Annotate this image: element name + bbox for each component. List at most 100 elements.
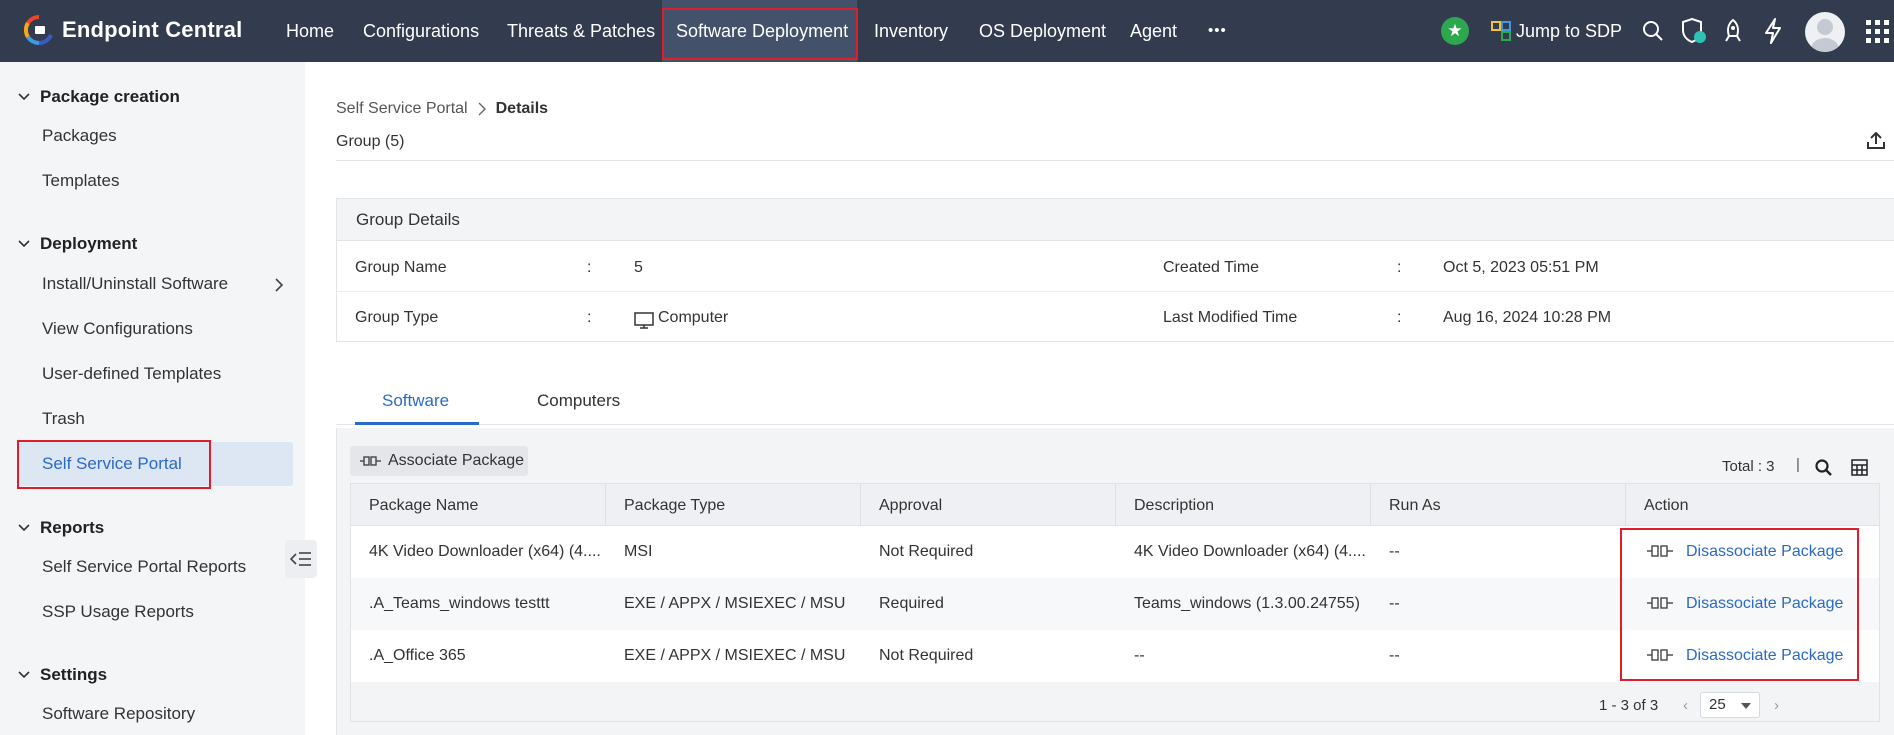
cell-approval: Not Required xyxy=(879,543,974,560)
nav-home[interactable]: Home xyxy=(286,0,334,62)
endpoint-central-logo-icon xyxy=(24,15,53,45)
divider xyxy=(336,160,1894,161)
chevron-down-icon xyxy=(18,93,30,101)
rocket-icon[interactable] xyxy=(1721,18,1745,44)
sidebar-item-self-service-portal[interactable]: Self Service Portal xyxy=(42,454,182,474)
toolbar-separator: | xyxy=(1796,456,1800,473)
collapse-sidebar-button[interactable] xyxy=(285,540,317,578)
chevron-down-icon xyxy=(18,240,30,248)
search-icon[interactable] xyxy=(1642,20,1664,42)
search-icon[interactable] xyxy=(1815,459,1832,476)
chevron-down-icon xyxy=(18,671,30,679)
sidebar-item-self-service-portal-reports[interactable]: Self Service Portal Reports xyxy=(42,557,246,577)
nav-configurations[interactable]: Configurations xyxy=(363,0,479,62)
associate-package-button[interactable]: Associate Package xyxy=(350,446,528,476)
cell-package-type: EXE / APPX / MSIEXEC / MSU xyxy=(624,647,846,664)
apps-grid-icon[interactable] xyxy=(1866,20,1890,44)
breadcrumb-parent-link[interactable]: Self Service Portal xyxy=(336,100,468,118)
colon: : xyxy=(587,309,592,326)
star-icon[interactable]: ★ xyxy=(1441,17,1469,45)
column-header-package-type[interactable]: Package Type xyxy=(606,484,861,527)
sdp-icon xyxy=(1491,21,1511,41)
cell-description: 4K Video Downloader (x64) (4.... xyxy=(1134,543,1366,560)
last-modified-time-label: Last Modified Time xyxy=(1163,309,1298,326)
cell-package-type: EXE / APPX / MSIEXEC / MSU xyxy=(624,595,846,612)
nav-inventory[interactable]: Inventory xyxy=(874,0,948,62)
sidebar-section-title: Reports xyxy=(40,518,105,537)
sidebar-section-title: Settings xyxy=(40,665,108,684)
sidebar-item-trash[interactable]: Trash xyxy=(42,409,85,429)
nav-threats-patches[interactable]: Threats & Patches xyxy=(507,0,655,62)
colon: : xyxy=(587,259,592,276)
created-time-value: Oct 5, 2023 05:51 PM xyxy=(1443,259,1599,276)
sidebar-item-install-uninstall-software[interactable]: Install/Uninstall Software xyxy=(42,274,228,294)
per-page-select[interactable]: 25 xyxy=(1700,692,1760,718)
column-header-package-name[interactable]: Package Name xyxy=(351,484,606,527)
nav-software-deployment[interactable]: Software Deployment xyxy=(662,0,857,62)
sidebar-item-ssp-usage-reports[interactable]: SSP Usage Reports xyxy=(42,602,194,622)
group-type-value: Computer xyxy=(658,309,729,326)
cell-approval: Not Required xyxy=(879,647,974,664)
created-time-label: Created Time xyxy=(1163,259,1260,276)
column-header-description[interactable]: Description xyxy=(1116,484,1371,527)
app-logo[interactable]: Endpoint Central xyxy=(24,15,242,45)
chevron-right-icon xyxy=(478,102,486,116)
sidebar-section-title: Deployment xyxy=(40,234,138,253)
pagination-prev-button[interactable]: ‹ xyxy=(1683,697,1688,714)
sidebar-section-package-creation[interactable]: Package creation xyxy=(18,87,180,107)
sidebar-item-templates[interactable]: Templates xyxy=(42,171,119,191)
group-name-label: Group Name xyxy=(355,259,447,276)
sidebar-item-software-repository[interactable]: Software Repository xyxy=(42,704,195,724)
shield-icon[interactable] xyxy=(1681,17,1707,45)
active-tab-indicator xyxy=(355,422,479,425)
divider xyxy=(337,291,1894,292)
jump-to-sdp-link[interactable]: Jump to SDP xyxy=(1516,0,1622,62)
table-header: Package Name Package Type Approval Descr… xyxy=(350,483,1880,527)
avatar[interactable] xyxy=(1805,12,1845,52)
export-icon[interactable] xyxy=(1866,132,1886,150)
disassociate-package-link[interactable]: Disassociate Package xyxy=(1668,630,1878,682)
app-name: Endpoint Central xyxy=(62,17,243,42)
disassociate-package-link[interactable]: Disassociate Package xyxy=(1668,526,1878,578)
column-header-action: Action xyxy=(1644,497,1689,514)
last-modified-time-value: Aug 16, 2024 10:28 PM xyxy=(1443,309,1612,326)
page-title: Group (5) xyxy=(336,133,405,150)
lightning-icon[interactable] xyxy=(1763,18,1783,44)
breadcrumb-current: Details xyxy=(495,100,549,117)
pagination-next-button[interactable]: › xyxy=(1774,697,1779,714)
nav-os-deployment[interactable]: OS Deployment xyxy=(979,0,1106,62)
nav-agent[interactable]: Agent xyxy=(1130,0,1177,62)
tab-software[interactable]: Software xyxy=(382,391,449,411)
group-type-label: Group Type xyxy=(355,309,439,326)
group-details-panel: Group Details xyxy=(336,198,1894,342)
table-row: 4K Video Downloader (x64) (4.... MSI Not… xyxy=(350,526,1880,578)
associate-package-label: Associate Package xyxy=(388,452,525,469)
tabs-divider xyxy=(336,424,1894,425)
tab-computers[interactable]: Computers xyxy=(537,391,620,411)
sidebar-item-user-defined-templates[interactable]: User-defined Templates xyxy=(42,364,221,384)
sidebar-section-title: Package creation xyxy=(40,87,180,106)
group-name-value: 5 xyxy=(634,259,643,276)
sidebar-item-packages[interactable]: Packages xyxy=(42,126,117,146)
table-row: .A_Teams_windows testtt EXE / APPX / MSI… xyxy=(350,578,1880,630)
computer-icon xyxy=(634,312,654,329)
sidebar-section-reports[interactable]: Reports xyxy=(18,518,104,538)
cell-package-name: 4K Video Downloader (x64) (4.... xyxy=(369,543,601,560)
cell-package-name: .A_Teams_windows testtt xyxy=(369,595,550,612)
nav-more-menu[interactable]: ••• xyxy=(1208,0,1227,62)
total-count: Total : 3 xyxy=(1722,458,1775,475)
cell-approval: Required xyxy=(879,595,944,612)
column-header-run-as[interactable]: Run As xyxy=(1371,484,1626,527)
chevron-right-icon[interactable] xyxy=(274,277,284,293)
sidebar-section-settings[interactable]: Settings xyxy=(18,665,107,685)
table-columns-icon[interactable] xyxy=(1851,459,1868,476)
sidebar-section-deployment[interactable]: Deployment xyxy=(18,234,137,254)
cell-run-as: -- xyxy=(1389,595,1400,612)
column-header-approval[interactable]: Approval xyxy=(861,484,1116,527)
group-details-title: Group Details xyxy=(337,199,1894,241)
colon: : xyxy=(1397,259,1402,276)
cell-run-as: -- xyxy=(1389,543,1400,560)
sidebar-item-view-configurations[interactable]: View Configurations xyxy=(42,319,193,339)
disassociate-package-link[interactable]: Disassociate Package xyxy=(1668,578,1878,630)
breadcrumb: Self Service Portal Details xyxy=(336,100,548,118)
